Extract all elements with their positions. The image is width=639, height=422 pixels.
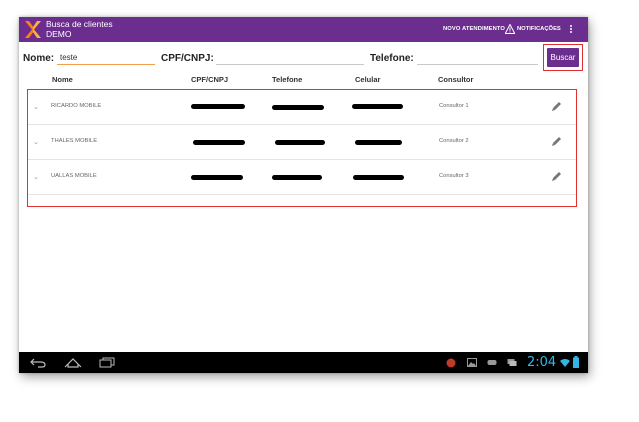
- system-nav-bar: 2:04: [19, 352, 588, 373]
- col-header-consultant: Consultor: [438, 75, 474, 84]
- phone-label: Telefone:: [370, 53, 414, 64]
- redacted-phone: [272, 105, 324, 110]
- results-list: ⌄ RICARDO MOBILE Consultor 1 ⌄ THALES MO…: [27, 89, 577, 207]
- search-button-highlight: Buscar: [543, 44, 583, 71]
- redacted-phone: [275, 140, 325, 145]
- phone-input[interactable]: [417, 51, 538, 65]
- clock: 2:04: [527, 355, 557, 370]
- cpf-input[interactable]: [216, 51, 364, 65]
- gamepad-icon: [487, 360, 497, 365]
- row-consultant: Consultor 1: [439, 103, 469, 109]
- chevron-down-icon[interactable]: ⌄: [33, 103, 39, 111]
- overflow-menu-icon[interactable]: [568, 24, 574, 36]
- redacted-mobile: [353, 175, 404, 180]
- edit-pencil-icon[interactable]: [551, 100, 563, 112]
- col-header-mobile: Celular: [355, 75, 381, 84]
- sync-icon: [507, 359, 517, 366]
- recents-icon[interactable]: [99, 357, 115, 368]
- redacted-mobile: [352, 104, 403, 109]
- cpf-label: CPF/CNPJ:: [161, 53, 214, 64]
- battery-icon: [573, 356, 579, 368]
- col-header-cpf: CPF/CNPJ: [191, 75, 229, 84]
- app-subtitle: DEMO: [46, 29, 72, 39]
- warning-icon[interactable]: [505, 24, 515, 34]
- redacted-cpf: [191, 175, 243, 180]
- search-button[interactable]: Buscar: [547, 48, 579, 67]
- redacted-cpf: [193, 140, 245, 145]
- table-row[interactable]: ⌄ RICARDO MOBILE Consultor 1: [28, 90, 576, 125]
- new-service-action[interactable]: NOVO ATENDIMENTO: [443, 26, 505, 32]
- wifi-icon: [560, 359, 570, 367]
- row-name: THALES MOBILE: [51, 138, 98, 144]
- row-name: RICARDO MOBILE: [51, 103, 102, 109]
- back-icon[interactable]: [30, 357, 46, 368]
- redacted-mobile: [355, 140, 402, 145]
- table-row[interactable]: ⌄ UALLAS MOBILE Consultor 3: [28, 160, 576, 195]
- edit-pencil-icon[interactable]: [551, 135, 563, 147]
- home-icon[interactable]: [64, 357, 82, 368]
- notifications-action[interactable]: NOTIFICAÇÕES: [517, 26, 561, 32]
- col-header-phone: Telefone: [272, 75, 303, 84]
- row-consultant: Consultor 3: [439, 173, 469, 179]
- gallery-icon: [467, 358, 477, 367]
- app-bar: Busca de clientes DEMO NOVO ATENDIMENTO …: [19, 17, 588, 42]
- name-label: Nome:: [23, 53, 55, 64]
- col-header-name: Nome: [52, 75, 73, 84]
- chevron-down-icon[interactable]: ⌄: [33, 138, 39, 146]
- tablet-screen: Busca de clientes DEMO NOVO ATENDIMENTO …: [19, 17, 588, 373]
- app-title: Busca de clientes: [46, 19, 113, 29]
- chevron-down-icon[interactable]: ⌄: [33, 173, 39, 181]
- notification-record-icon: [446, 358, 456, 368]
- row-name: UALLAS MOBILE: [51, 173, 97, 179]
- redacted-phone: [272, 175, 322, 180]
- redacted-cpf: [191, 104, 245, 109]
- table-row[interactable]: ⌄ THALES MOBILE Consultor 2: [28, 125, 576, 160]
- edit-pencil-icon[interactable]: [551, 170, 563, 182]
- logo-icon[interactable]: [24, 20, 42, 39]
- row-consultant: Consultor 2: [439, 138, 469, 144]
- name-input[interactable]: teste: [57, 51, 155, 65]
